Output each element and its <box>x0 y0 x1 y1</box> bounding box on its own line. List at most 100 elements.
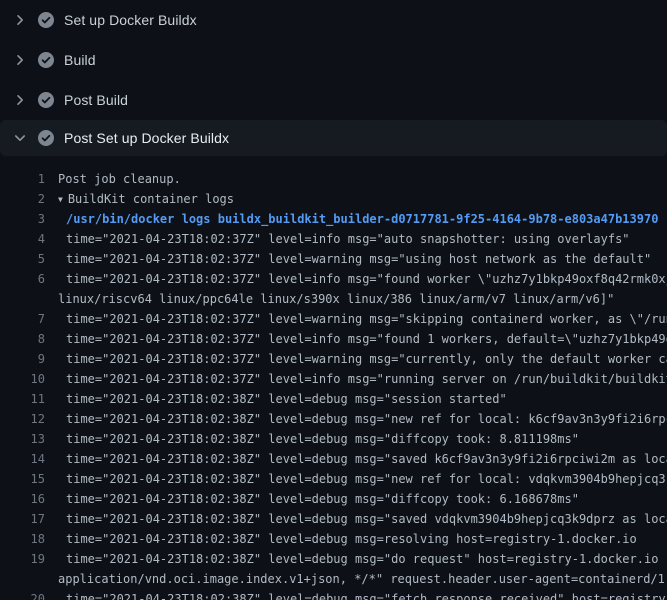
log-line-text: time="2021-04-23T18:02:38Z" level=debug … <box>45 489 579 509</box>
log-line-16: 16 time="2021-04-23T18:02:38Z" level=deb… <box>0 489 667 509</box>
log-line-17: 17 time="2021-04-23T18:02:38Z" level=deb… <box>0 509 667 529</box>
log-line-content: time="2021-04-23T18:02:37Z" level=info m… <box>66 232 630 246</box>
log-line-number[interactable]: 7 <box>0 309 45 329</box>
log-line-content: time="2021-04-23T18:02:37Z" level=warnin… <box>66 352 667 366</box>
log-line-text: time="2021-04-23T18:02:37Z" level=info m… <box>45 329 667 349</box>
step-label: Post Build <box>64 92 128 108</box>
chevron-right-icon[interactable] <box>12 12 28 28</box>
group-collapse-triangle-icon[interactable]: ▼ <box>58 195 63 204</box>
check-circle-icon <box>38 130 54 146</box>
check-circle-icon <box>38 92 54 108</box>
chevron-down-icon[interactable] <box>12 130 28 146</box>
log-line-text: time="2021-04-23T18:02:37Z" level=warnin… <box>45 249 651 269</box>
log-line-number[interactable]: 18 <box>0 529 45 549</box>
log-line-7: 7 time="2021-04-23T18:02:37Z" level=warn… <box>0 309 667 329</box>
log-line-number[interactable]: 10 <box>0 369 45 389</box>
log-line-18: 18 time="2021-04-23T18:02:38Z" level=deb… <box>0 529 667 549</box>
log-line-text: time="2021-04-23T18:02:38Z" level=debug … <box>45 389 507 409</box>
workflow-log-panel: Set up Docker Buildx Build P <box>0 0 667 600</box>
log-line-number[interactable]: 11 <box>0 389 45 409</box>
log-line-text: ▼ BuildKit container logs <box>45 189 234 209</box>
log-line-12: 12 time="2021-04-23T18:02:38Z" level=deb… <box>0 409 667 429</box>
log-line-13: 13 time="2021-04-23T18:02:38Z" level=deb… <box>0 429 667 449</box>
log-line-number[interactable]: 12 <box>0 409 45 429</box>
log-line-number[interactable]: 15 <box>0 469 45 489</box>
log-line-text: time="2021-04-23T18:02:37Z" level=info m… <box>45 269 667 289</box>
log-line-wrap: linux/riscv64 linux/ppc64le linux/s390x … <box>0 289 667 309</box>
log-line-content: /usr/bin/docker logs buildx_buildkit_bui… <box>66 212 658 226</box>
log-line-text: time="2021-04-23T18:02:38Z" level=debug … <box>45 509 667 529</box>
log-line-content: Post job cleanup. <box>58 172 181 186</box>
log-line-text: time="2021-04-23T18:02:38Z" level=debug … <box>45 409 667 429</box>
log-line-content: time="2021-04-23T18:02:38Z" level=debug … <box>66 552 667 566</box>
log-line-number[interactable]: 3 <box>0 209 45 229</box>
log-line-8: 8 time="2021-04-23T18:02:37Z" level=info… <box>0 329 667 349</box>
step-label: Post Set up Docker Buildx <box>64 130 229 146</box>
log-line-number[interactable]: 17 <box>0 509 45 529</box>
log-line-19: 19 time="2021-04-23T18:02:38Z" level=deb… <box>0 549 667 569</box>
log-line-text: time="2021-04-23T18:02:38Z" level=debug … <box>45 429 579 449</box>
steps-list: Set up Docker Buildx Build P <box>0 0 667 156</box>
log-line-content: time="2021-04-23T18:02:38Z" level=debug … <box>66 492 579 506</box>
log-line-11: 11 time="2021-04-23T18:02:38Z" level=deb… <box>0 389 667 409</box>
check-circle-icon <box>38 12 54 28</box>
log-line-content: time="2021-04-23T18:02:38Z" level=debug … <box>66 512 667 526</box>
log-line-2: 2 ▼ BuildKit container logs <box>0 189 667 209</box>
chevron-right-icon[interactable] <box>12 52 28 68</box>
log-line-15: 15 time="2021-04-23T18:02:38Z" level=deb… <box>0 469 667 489</box>
log-line-content: time="2021-04-23T18:02:38Z" level=debug … <box>66 532 637 546</box>
log-line-number[interactable]: 20 <box>0 589 45 600</box>
log-line-number[interactable]: 5 <box>0 249 45 269</box>
log-line-text: /usr/bin/docker logs buildx_buildkit_bui… <box>45 209 658 229</box>
log-line-text: application/vnd.oci.image.index.v1+json,… <box>45 569 667 589</box>
chevron-right-icon[interactable] <box>12 92 28 108</box>
log-line-text: time="2021-04-23T18:02:38Z" level=debug … <box>45 449 667 469</box>
log-line-number[interactable]: 14 <box>0 449 45 469</box>
log-line-content: time="2021-04-23T18:02:38Z" level=debug … <box>66 432 579 446</box>
log-line-number[interactable]: 16 <box>0 489 45 509</box>
log-line-content: time="2021-04-23T18:02:37Z" level=info m… <box>66 332 667 346</box>
log-line-text: linux/riscv64 linux/ppc64le linux/s390x … <box>45 289 614 309</box>
log-line-10: 10 time="2021-04-23T18:02:37Z" level=inf… <box>0 369 667 389</box>
log-line-content: time="2021-04-23T18:02:38Z" level=debug … <box>66 472 667 486</box>
step-header-build[interactable]: Build <box>0 40 667 80</box>
log-line-content: time="2021-04-23T18:02:37Z" level=warnin… <box>66 252 651 266</box>
log-line-text: time="2021-04-23T18:02:37Z" level=warnin… <box>45 349 667 369</box>
log-line-number[interactable]: 8 <box>0 329 45 349</box>
check-circle-icon <box>38 52 54 68</box>
log-line-text: time="2021-04-23T18:02:38Z" level=debug … <box>45 529 637 549</box>
log-area: 1 Post job cleanup. 2 ▼ BuildKit containe… <box>0 156 667 600</box>
log-line-text: time="2021-04-23T18:02:38Z" level=debug … <box>45 469 667 489</box>
log-line-number[interactable]: 19 <box>0 549 45 569</box>
log-line-text: time="2021-04-23T18:02:37Z" level=info m… <box>45 229 630 249</box>
log-line-content: time="2021-04-23T18:02:38Z" level=debug … <box>66 412 667 426</box>
log-line-content: application/vnd.oci.image.index.v1+json,… <box>58 572 667 586</box>
log-line-number[interactable] <box>0 289 45 309</box>
step-header-post-build[interactable]: Post Build <box>0 80 667 120</box>
log-line-number[interactable]: 13 <box>0 429 45 449</box>
log-line-content: time="2021-04-23T18:02:38Z" level=debug … <box>66 392 507 406</box>
step-label: Set up Docker Buildx <box>64 12 197 28</box>
log-line-1: 1 Post job cleanup. <box>0 169 667 189</box>
log-line-number[interactable]: 2 <box>0 189 45 209</box>
step-header-post-set-up-docker-buildx[interactable]: Post Set up Docker Buildx <box>0 120 667 156</box>
log-line-content: time="2021-04-23T18:02:37Z" level=info m… <box>66 272 667 286</box>
log-line-5: 5 time="2021-04-23T18:02:37Z" level=warn… <box>0 249 667 269</box>
log-line-number[interactable]: 6 <box>0 269 45 289</box>
log-line-content: time="2021-04-23T18:02:37Z" level=info m… <box>66 372 667 386</box>
log-line-number[interactable]: 4 <box>0 229 45 249</box>
log-line-content: BuildKit container logs <box>68 192 234 206</box>
log-line-number[interactable] <box>0 569 45 589</box>
log-line-text: time="2021-04-23T18:02:37Z" level=info m… <box>45 369 667 389</box>
log-line-3: 3 /usr/bin/docker logs buildx_buildkit_b… <box>0 209 667 229</box>
log-line-6: 6 time="2021-04-23T18:02:37Z" level=info… <box>0 269 667 289</box>
log-line-number[interactable]: 1 <box>0 169 45 189</box>
log-line-wrap: application/vnd.oci.image.index.v1+json,… <box>0 569 667 589</box>
log-line-content: time="2021-04-23T18:02:38Z" level=debug … <box>66 452 667 466</box>
log-line-text: time="2021-04-23T18:02:37Z" level=warnin… <box>45 309 667 329</box>
log-line-20: 20 time="2021-04-23T18:02:38Z" level=deb… <box>0 589 667 600</box>
step-header-set-up-docker-buildx[interactable]: Set up Docker Buildx <box>0 0 667 40</box>
log-line-number[interactable]: 9 <box>0 349 45 369</box>
log-line-4: 4 time="2021-04-23T18:02:37Z" level=info… <box>0 229 667 249</box>
log-line-14: 14 time="2021-04-23T18:02:38Z" level=deb… <box>0 449 667 469</box>
